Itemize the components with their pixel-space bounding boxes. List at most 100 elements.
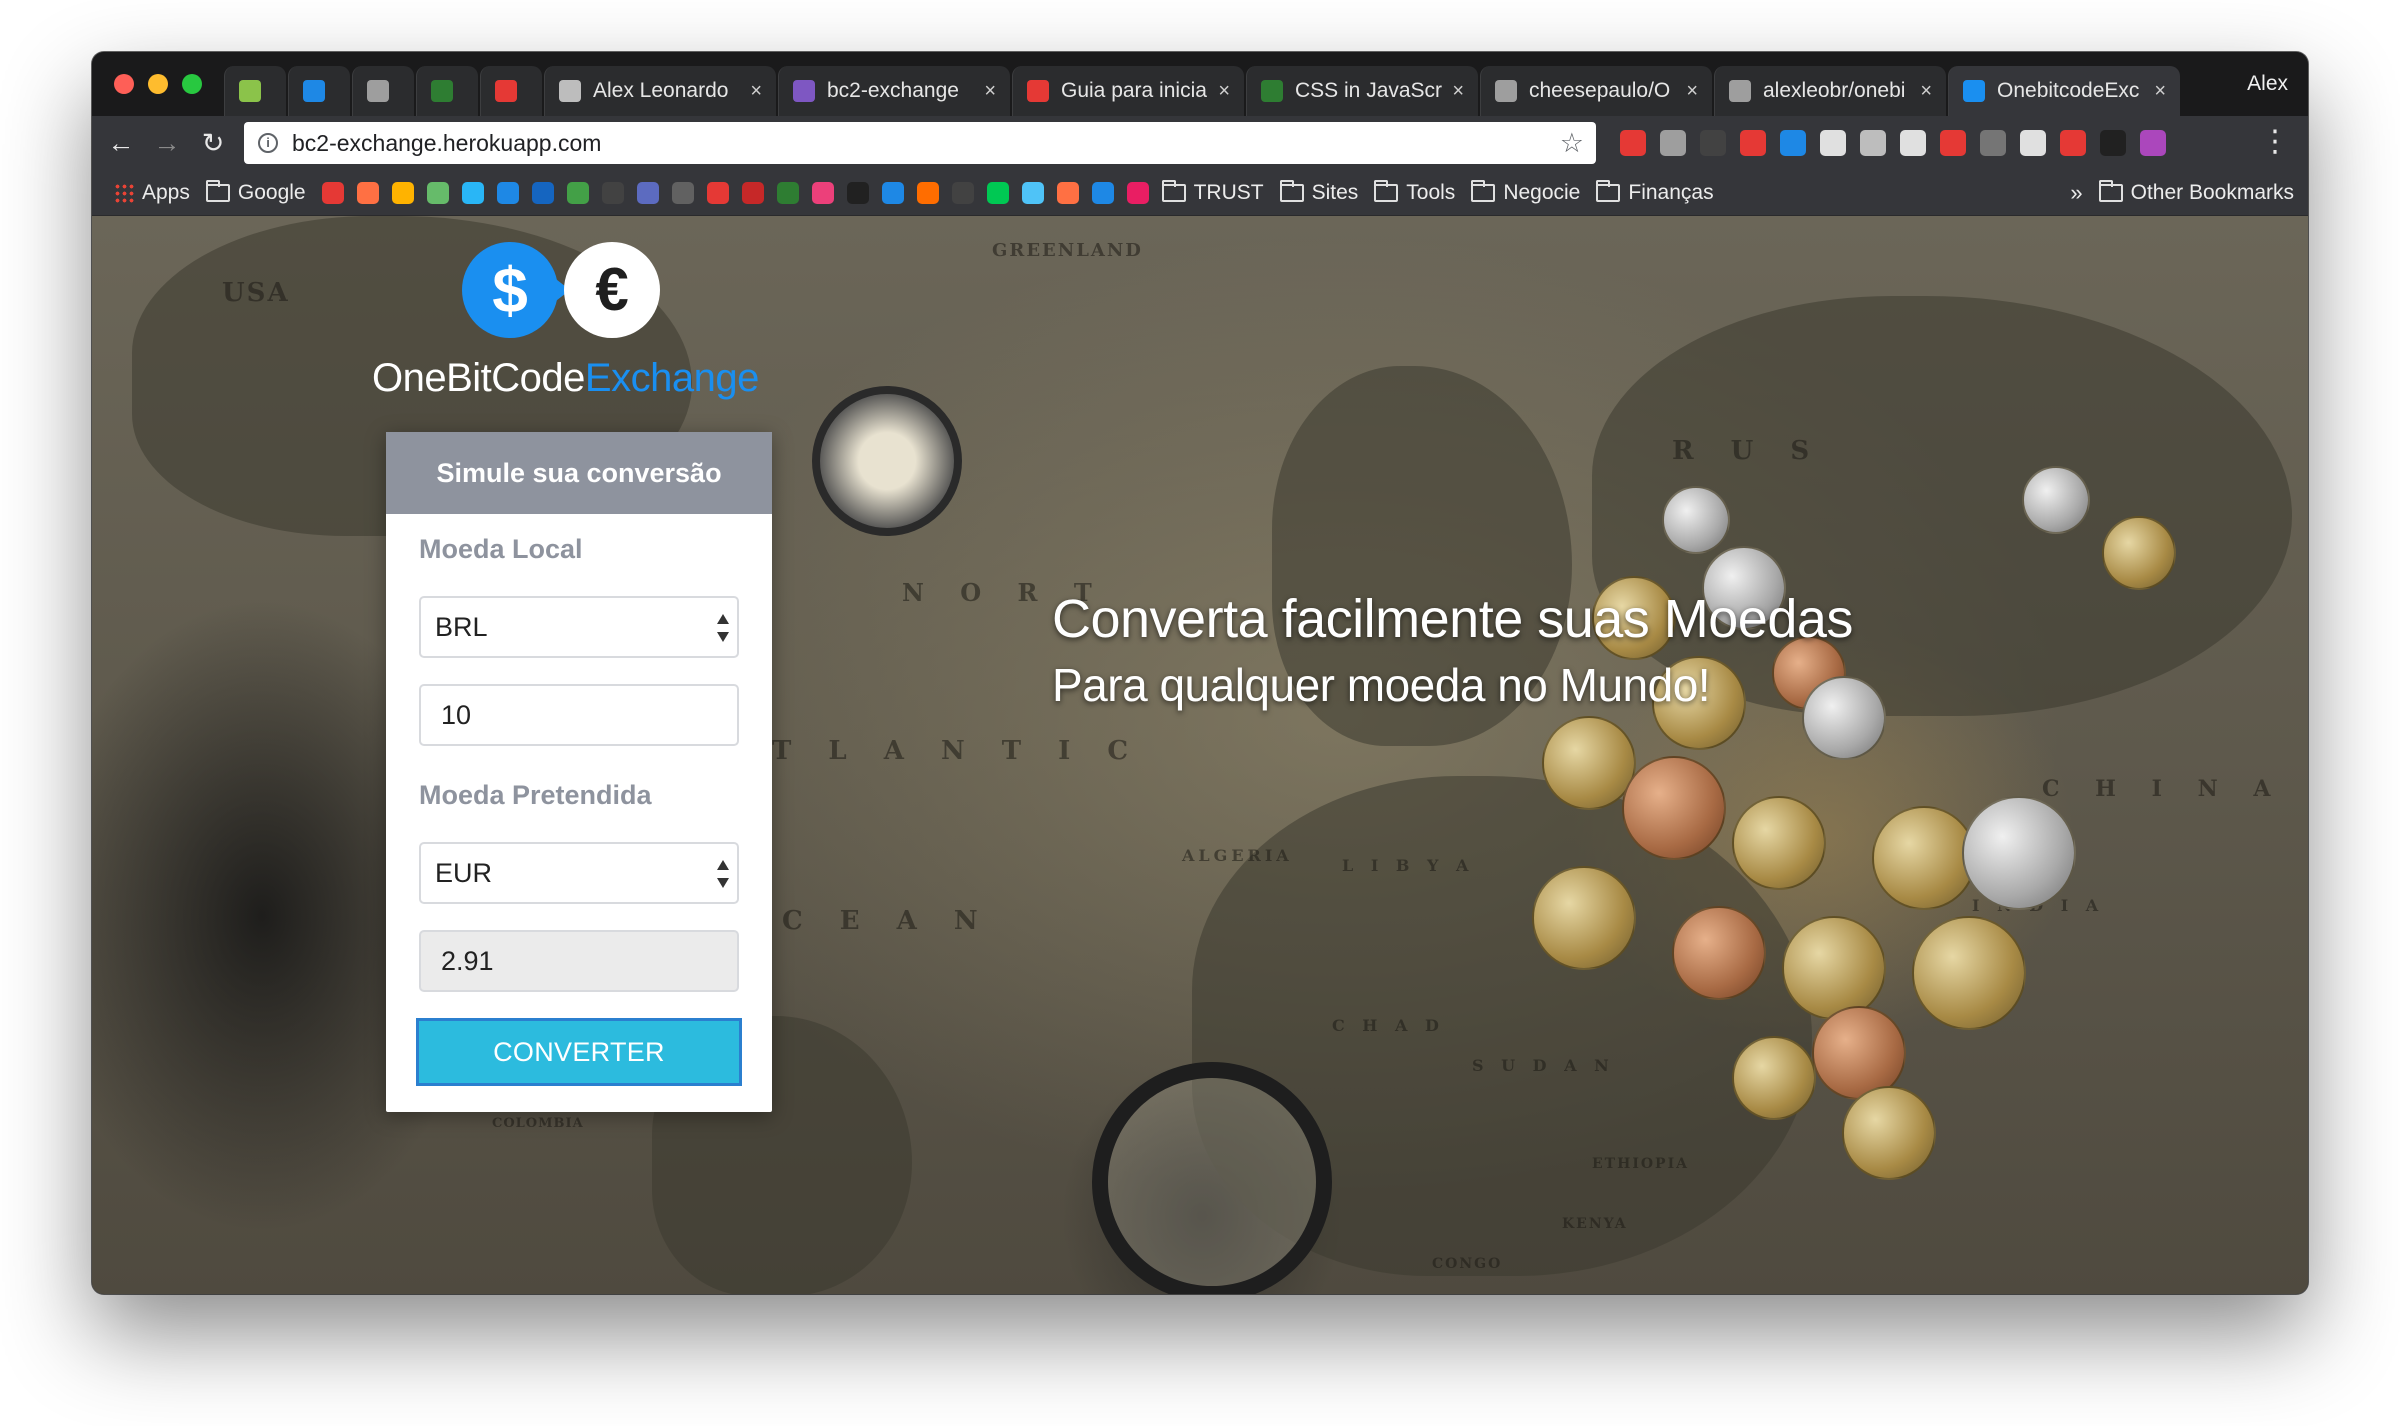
tab-close-icon[interactable]: × — [1218, 80, 1230, 103]
extension-icon[interactable] — [2140, 130, 2166, 156]
tab-alexleobr[interactable]: alexleobr/onebi × — [1714, 66, 1946, 116]
bookmark-favicon-icon[interactable] — [601, 181, 624, 204]
tab-cheesepaulo[interactable]: cheesepaulo/O × — [1480, 66, 1712, 116]
tab-alex-leonardo[interactable]: Alex Leonardo × — [544, 66, 776, 116]
local-currency-select[interactable]: BRL — [419, 596, 739, 658]
bookmark-favicon-icon[interactable] — [1056, 181, 1079, 204]
more-bookmarks-chevron-icon[interactable]: » — [2070, 180, 2082, 206]
coin-image — [2102, 516, 2176, 590]
tab-close-icon[interactable]: × — [984, 80, 996, 103]
bookmark-favicon-icon[interactable] — [741, 181, 764, 204]
bookmark-favicon-icon[interactable] — [846, 181, 869, 204]
bookmark-star-icon[interactable]: ☆ — [1560, 128, 1584, 159]
address-bar[interactable]: i bc2-exchange.herokuapp.com ☆ — [244, 122, 1596, 164]
bookmark-favicon-icon[interactable] — [636, 181, 659, 204]
extension-icon[interactable] — [1700, 130, 1726, 156]
bookmark-google[interactable]: Google — [205, 179, 306, 205]
pinned-tab-3[interactable] — [352, 66, 414, 116]
bookmark-favicon-icon[interactable] — [566, 181, 589, 204]
amount-value: 10 — [441, 699, 472, 730]
logo-text: OneBitCodeExchange — [372, 356, 759, 401]
forward-arrow-icon[interactable]: → — [152, 128, 182, 158]
tab-close-icon[interactable]: × — [1452, 80, 1464, 103]
bookmark-label: Negocie — [1503, 180, 1581, 204]
pinned-tab-4[interactable] — [416, 66, 478, 116]
pinned-tab-1[interactable] — [224, 66, 286, 116]
menu-dots-icon[interactable]: ⋮ — [2260, 124, 2290, 160]
coin-image — [1912, 916, 2026, 1030]
tab-close-icon[interactable]: × — [2154, 80, 2166, 103]
extension-icon[interactable] — [1740, 130, 1766, 156]
back-arrow-icon[interactable]: ← — [106, 128, 136, 158]
extension-icon[interactable] — [1940, 130, 1966, 156]
pinned-tab-2[interactable] — [288, 66, 350, 116]
tab-strip: Alex Leonardo × bc2-exchange × Guia para… — [92, 52, 2308, 116]
bookmark-favicon-icon[interactable] — [986, 181, 1009, 204]
extension-icon[interactable] — [1980, 130, 2006, 156]
tab-title: OnebitcodeExc — [1997, 79, 2140, 102]
tab-close-icon[interactable]: × — [1686, 80, 1698, 103]
extension-icon[interactable] — [1780, 130, 1806, 156]
bookmark-favicon-icon[interactable] — [916, 181, 939, 204]
hero-subtitle: Para qualquer moeda no Mundo! — [1052, 659, 1711, 711]
logo-name-primary: OneBitCode — [372, 356, 585, 400]
zoom-window-button[interactable] — [182, 74, 202, 94]
reload-icon[interactable]: ↻ — [198, 128, 228, 158]
extension-icon[interactable] — [1900, 130, 1926, 156]
bookmark-favicon-icon[interactable] — [1126, 181, 1149, 204]
profile-name[interactable]: Alex — [2247, 72, 2288, 96]
target-currency-select[interactable]: EUR — [419, 842, 739, 904]
bookmark-favicon-icon[interactable] — [531, 181, 554, 204]
map-label: USA — [222, 278, 290, 308]
bookmark-other[interactable]: Other Bookmarks — [2098, 180, 2294, 205]
close-window-button[interactable] — [114, 74, 134, 94]
bookmark-favicon-icon[interactable] — [496, 181, 519, 204]
bookmark-folder-tools[interactable]: Tools — [1374, 179, 1455, 205]
tab-title: Alex Leonardo — [593, 79, 729, 102]
bookmark-folder-sites[interactable]: Sites — [1279, 179, 1358, 205]
bookmark-favicon-icon[interactable] — [1021, 181, 1044, 204]
extension-icon[interactable] — [2100, 130, 2126, 156]
local-currency-label: Moeda Local — [419, 534, 583, 564]
tab-css-in-js[interactable]: CSS in JavaScri × — [1246, 66, 1478, 116]
amount-input[interactable]: 10 — [419, 684, 739, 746]
bookmark-folder-trust[interactable]: TRUST — [1161, 179, 1264, 205]
tab-favicon-icon — [1027, 80, 1049, 102]
onebitcode-exchange-logo[interactable]: $ € OneBitCodeExchange — [372, 230, 792, 406]
extension-icon[interactable] — [1860, 130, 1886, 156]
bookmark-favicon-icon[interactable] — [951, 181, 974, 204]
extension-icon[interactable] — [2060, 130, 2086, 156]
tab-guia[interactable]: Guia para inicia × — [1012, 66, 1244, 116]
bookmark-favicon-icon[interactable] — [881, 181, 904, 204]
bookmark-favicon-icon[interactable] — [321, 181, 344, 204]
tab-close-icon[interactable]: × — [750, 80, 762, 103]
bookmark-folder-financas[interactable]: Finanças — [1596, 179, 1714, 205]
pinned-tab-5[interactable] — [480, 66, 542, 116]
folder-icon — [2098, 180, 2123, 202]
bookmark-favicon-icon[interactable] — [356, 181, 379, 204]
bookmark-favicon-icon[interactable] — [811, 181, 834, 204]
minimize-window-button[interactable] — [148, 74, 168, 94]
bookmark-apps[interactable]: Apps — [114, 181, 190, 205]
folder-icon — [1471, 179, 1496, 202]
bookmark-favicon-icon[interactable] — [706, 181, 729, 204]
bookmark-icons — [321, 181, 1162, 204]
extension-icon[interactable] — [1660, 130, 1686, 156]
info-icon[interactable]: i — [258, 133, 278, 153]
bookmark-favicon-icon[interactable] — [671, 181, 694, 204]
folder-icon — [1374, 179, 1399, 202]
extension-icon[interactable] — [1620, 130, 1646, 156]
tab-bc2-exchange[interactable]: bc2-exchange × — [778, 66, 1010, 116]
bookmark-favicon-icon[interactable] — [461, 181, 484, 204]
tab-onebitcode-exchange[interactable]: OnebitcodeExc × — [1948, 66, 2180, 116]
bookmark-favicon-icon[interactable] — [391, 181, 414, 204]
bookmark-folder-negocie[interactable]: Negocie — [1471, 179, 1581, 205]
bookmark-favicon-icon[interactable] — [1091, 181, 1114, 204]
convert-button[interactable]: CONVERTER — [416, 1018, 742, 1086]
tab-close-icon[interactable]: × — [1920, 80, 1932, 103]
bookmark-favicon-icon[interactable] — [426, 181, 449, 204]
extension-icon[interactable] — [1820, 130, 1846, 156]
extension-icon[interactable] — [2020, 130, 2046, 156]
tab-favicon-icon — [1963, 80, 1985, 102]
bookmark-favicon-icon[interactable] — [776, 181, 799, 204]
